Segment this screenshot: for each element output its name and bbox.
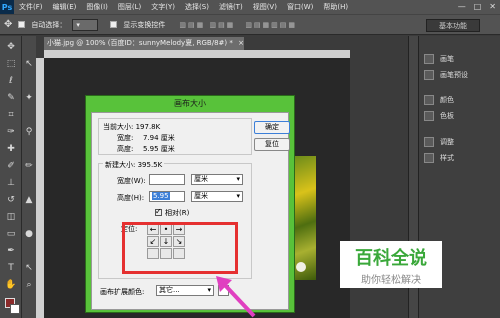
menu-edit[interactable]: 编辑(E) [48,2,82,12]
brush-presets-icon [424,69,434,80]
dialog-body: 当前大小: 197.8K 宽度: 7.94 厘米 高度: 5.95 厘米 新建大… [91,112,290,310]
quick-select-tool-icon[interactable]: ✎ [1,91,21,106]
current-size-label: 当前大小: 197.8K [103,123,161,131]
transform-controls-checkbox[interactable] [110,21,118,28]
vertical-ruler [36,58,44,318]
workspace-select[interactable]: 基本功能 [426,19,480,32]
distribute-icons[interactable]: ▥▤▦▥▤▦ [245,21,297,29]
panel-adjustments[interactable]: 调整 [424,135,498,148]
panel-brush-presets[interactable]: 画笔预设 [424,68,498,81]
watermark-subtitle: 助你轻松解决 [361,275,421,286]
transform-controls-label: 显示变换控件 [123,20,166,29]
menu-layer[interactable]: 图层(L) [113,2,146,12]
swatches-icon [424,110,434,121]
tools-panel-column: ↖ ✦ ⚲ ✏ ▲ ● ↖ ⌕ [22,36,36,318]
current-height-label: 高度: [117,145,134,153]
move-tool-icon[interactable]: ✥ [1,40,21,55]
ok-button[interactable]: 确定 [254,121,290,134]
type-tool-icon[interactable]: T [1,261,21,276]
brush-tool-icon[interactable]: ✐ [1,159,21,174]
checkmark-icon: ✓ [155,207,162,216]
pen-tool-icon[interactable]: ✒ [1,244,21,259]
crop-tool-icon[interactable]: ⌗ [1,108,21,123]
panel-styles[interactable]: 样式 [424,151,498,164]
pointer-arrow-icon [216,276,256,318]
new-height-label: 高度(H): [117,194,145,202]
panel-color[interactable]: 颜色 [424,93,498,106]
close-tab-icon[interactable]: × [238,39,244,47]
ball-in-image [296,262,306,272]
auto-select-dropdown[interactable]: ▾ [72,18,99,31]
current-size-group: 当前大小: 197.8K 宽度: 7.94 厘米 高度: 5.95 厘米 [98,118,252,155]
menu-filter[interactable]: 滤镜(T) [214,2,248,12]
current-width-value: 7.94 厘米 [143,134,175,142]
healing-brush-icon[interactable]: ✚ [1,142,21,157]
menu-bar: Ps 文件(F) 编辑(E) 图像(I) 图层(L) 文字(Y) 选择(S) 滤… [0,0,500,14]
menu-image[interactable]: 图像(I) [81,2,113,12]
hand-tool-icon[interactable]: ✋ [1,278,21,293]
auto-select-checkbox[interactable] [18,21,26,28]
menu-view[interactable]: 视图(V) [248,2,282,12]
gradient-tool-icon[interactable]: ▭ [1,227,21,242]
document-tab[interactable]: 小猫.jpg @ 100% (百度ID：sunnyMelody夏, RGB/8#… [44,37,244,50]
adjustments-icon [424,136,434,147]
styles-icon [424,152,434,163]
width-unit-select[interactable]: 厘米 [191,174,243,185]
maximize-icon[interactable]: □ [474,2,482,11]
new-width-label: 宽度(W): [117,177,146,185]
extension-color-label: 画布扩展颜色: [100,288,145,296]
photoshop-logo: Ps [0,0,14,14]
new-width-input[interactable] [149,174,185,185]
relative-label: 相对(R) [165,209,190,217]
menu-file[interactable]: 文件(F) [14,2,48,12]
marquee-tool-icon[interactable]: ⬚ [1,57,21,72]
menu-help[interactable]: 帮助(H) [318,2,353,12]
stamp-tool-icon[interactable]: ⊥ [1,176,21,191]
height-unit-select[interactable]: 厘米 [191,191,243,202]
anchor-highlight-box [122,222,238,274]
minimize-icon[interactable]: — [458,2,466,11]
eyedropper-tool-icon[interactable]: ✑ [1,125,21,140]
current-width-label: 宽度: [117,134,134,142]
panel-brush[interactable]: 画笔 [424,52,498,65]
watermark-title: 百科全说 [355,248,427,269]
menu-select[interactable]: 选择(S) [180,2,214,12]
horizontal-ruler [44,50,350,58]
current-height-value: 5.95 厘米 [143,145,175,153]
document-title: 小猫.jpg @ 100% (百度ID：sunnyMelody夏, RGB/8#… [47,39,233,47]
history-brush-icon[interactable]: ↺ [1,193,21,208]
menu-window[interactable]: 窗口(W) [282,2,318,12]
options-bar: ✥ 自动选择： ▾ 显示变换控件 ▥▤▦ ▥▤▦ ▥▤▦▥▤▦ 基本功能 [0,14,500,35]
canvas-size-dialog: 画布大小 当前大小: 197.8K 宽度: 7.94 厘米 高度: 5.95 厘… [85,95,295,313]
color-panel-icon [424,94,434,105]
move-tool-icon[interactable]: ✥ [4,19,12,30]
lasso-tool-icon[interactable]: ℓ [1,74,21,89]
panel-swatches[interactable]: 色板 [424,109,498,122]
document-image [294,156,316,280]
auto-select-label: 自动选择： [31,20,67,29]
align-icons[interactable]: ▥▤▦ ▥▤▦ [179,21,235,29]
reset-button[interactable]: 复位 [254,138,290,151]
new-size-label: 新建大小: 395.5K [103,160,165,170]
watermark: 百科全说 助你轻松解决 [340,241,442,288]
background-color-swatch[interactable] [10,304,20,314]
window-controls: — □ ✕ [458,2,496,11]
new-height-input[interactable]: 5.95 [149,191,185,202]
dialog-title: 画布大小 [174,99,206,108]
extension-color-select[interactable]: 其它... [156,285,214,296]
menu-type[interactable]: 文字(Y) [146,2,180,12]
brush-panel-icon [424,53,434,64]
eraser-tool-icon[interactable]: ◫ [1,210,21,225]
close-icon[interactable]: ✕ [489,2,496,11]
